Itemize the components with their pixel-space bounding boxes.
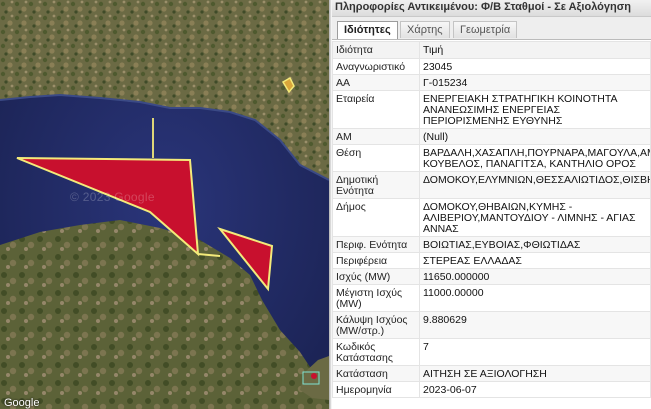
row-key: Αναγνωριστικό (332, 58, 420, 75)
row-key: Μέγιστη Ισχύς (MW) (332, 284, 420, 312)
map-copyright: © 2023 Google (70, 190, 155, 204)
row-value: ΒΟΙΩΤΙΑΣ,ΕΥΒΟΙΑΣ,ΦΘΙΩΤΙΔΑΣ (419, 236, 651, 253)
row-key: Κάλυψη Ισχύος (MW/στρ.) (332, 311, 420, 339)
table-header: Ιδιότητα Τιμή (332, 41, 651, 59)
row-key: Περιφ. Ενότητα (332, 236, 420, 253)
feature-info-panel: Πληροφορίες Αντικειμένου: Φ/Β Σταθμοί - … (332, 0, 651, 409)
row-value: (Null) (419, 128, 651, 145)
table-row[interactable]: Αναγνωριστικό 23045 (332, 58, 651, 75)
tab-bar: Ιδιότητες Χάρτης Γεωμετρία (332, 17, 651, 40)
map-provider-logo: Google (4, 397, 40, 409)
row-value: 23045 (419, 58, 651, 75)
row-key: Εταιρεία (332, 90, 420, 129)
map-view[interactable]: © 2023 Google Google (0, 0, 329, 409)
row-key: Κατάσταση (332, 365, 420, 382)
row-value: ΔΟΜΟΚΟΥ,ΕΛΥΜΝΙΩΝ,ΘΕΣΣΑΛΙΩΤΙΔΟΣ,ΘΙΣΒΗΣ,..… (419, 171, 651, 199)
table-row[interactable]: Θέση ΒΑΡΔΑΛΗ,ΧΑΣΑΠΛΗ,ΠΟΥΡΝΑΡΑ,ΜΑΓΟΥΛΑ,ΑΜ… (332, 144, 651, 172)
satellite-map (0, 0, 329, 409)
table-row[interactable]: Μέγιστη Ισχύς (MW) 11000.00000 (332, 284, 651, 312)
row-value: 7 (419, 338, 651, 366)
column-header-value: Τιμή (419, 41, 651, 59)
table-row[interactable]: ΑΜ (Null) (332, 128, 651, 145)
table-row[interactable]: Κωδικός Κατάστασης 7 (332, 338, 651, 366)
row-value: ΑΙΤΗΣΗ ΣΕ ΑΞΙΟΛΟΓΗΣΗ (419, 365, 651, 382)
row-value: ΕΝΕΡΓΕΙΑΚΗ ΣΤΡΑΤΗΓΙΚΗ ΚΟΙΝΟΤΗΤΑ ΑΝΑΝΕΩΣΙ… (419, 90, 651, 129)
row-value: 2023-06-07 (419, 381, 651, 398)
row-value: ΒΑΡΔΑΛΗ,ΧΑΣΑΠΛΗ,ΠΟΥΡΝΑΡΑ,ΜΑΓΟΥΛΑ,ΑΜ... Κ… (419, 144, 651, 172)
panel-title: Πληροφορίες Αντικειμένου: Φ/Β Σταθμοί - … (332, 0, 651, 17)
row-value: 11650.000000 (419, 268, 651, 285)
table-row[interactable]: Περιφέρεια ΣΤΕΡΕΑΣ ΕΛΛΑΔΑΣ (332, 252, 651, 269)
table-row[interactable]: Δήμος ΔΟΜΟΚΟΥ,ΘΗΒΑΙΩΝ,ΚΥΜΗΣ - ΑΛΙΒΕΡΙΟΥ,… (332, 198, 651, 237)
tab-properties[interactable]: Ιδιότητες (337, 21, 398, 39)
tab-geometry[interactable]: Γεωμετρία (453, 21, 518, 38)
row-value: ΣΤΕΡΕΑΣ ΕΛΛΑΔΑΣ (419, 252, 651, 269)
row-key: ΑΜ (332, 128, 420, 145)
row-key: Ισχύς (MW) (332, 268, 420, 285)
row-value: 11000.00000 (419, 284, 651, 312)
row-value: 9.880629 (419, 311, 651, 339)
table-row[interactable]: Ημερομηνία 2023-06-07 (332, 381, 651, 398)
row-key: Δήμος (332, 198, 420, 237)
table-row[interactable]: Ισχύς (MW) 11650.000000 (332, 268, 651, 285)
row-key: Κωδικός Κατάστασης (332, 338, 420, 366)
row-value: ΔΟΜΟΚΟΥ,ΘΗΒΑΙΩΝ,ΚΥΜΗΣ - ΑΛΙΒΕΡΙΟΥ,ΜΑΝΤΟΥ… (419, 198, 651, 237)
column-header-property: Ιδιότητα (332, 41, 420, 59)
properties-table: Ιδιότητα Τιμή Αναγνωριστικό 23045 ΑΑ Γ-0… (332, 41, 651, 398)
row-key: Θέση (332, 144, 420, 172)
table-row[interactable]: ΑΑ Γ-015234 (332, 74, 651, 91)
row-value: Γ-015234 (419, 74, 651, 91)
table-row[interactable]: Εταιρεία ΕΝΕΡΓΕΙΑΚΗ ΣΤΡΑΤΗΓΙΚΗ ΚΟΙΝΟΤΗΤΑ… (332, 90, 651, 129)
row-key: Ημερομηνία (332, 381, 420, 398)
row-key: ΑΑ (332, 74, 420, 91)
table-row[interactable]: Περιφ. Ενότητα ΒΟΙΩΤΙΑΣ,ΕΥΒΟΙΑΣ,ΦΘΙΩΤΙΔΑ… (332, 236, 651, 253)
table-row[interactable]: Δημοτική Ενότητα ΔΟΜΟΚΟΥ,ΕΛΥΜΝΙΩΝ,ΘΕΣΣΑΛ… (332, 171, 651, 199)
row-key: Δημοτική Ενότητα (332, 171, 420, 199)
row-key: Περιφέρεια (332, 252, 420, 269)
table-row[interactable]: Κάλυψη Ισχύος (MW/στρ.) 9.880629 (332, 311, 651, 339)
tab-map[interactable]: Χάρτης (400, 21, 450, 38)
table-row[interactable]: Κατάσταση ΑΙΤΗΣΗ ΣΕ ΑΞΙΟΛΟΓΗΣΗ (332, 365, 651, 382)
